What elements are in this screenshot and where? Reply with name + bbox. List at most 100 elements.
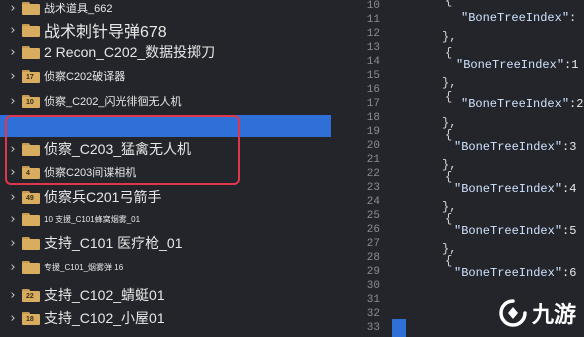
code-line: }, (442, 76, 457, 90)
line-number: 31 (366, 294, 380, 306)
folder-icon (22, 23, 40, 37)
tree-item[interactable]: › 战术道具_662 (0, 0, 112, 19)
json-value: :2 (569, 97, 584, 111)
folder-icon: 17 (22, 69, 40, 83)
tree-item-label: 10 支援_C101蜂窝烟雾_01 (44, 214, 141, 224)
chevron-right-icon[interactable]: › (6, 288, 20, 303)
tree-item[interactable]: › 支持_C101 医疗枪_01 (0, 232, 183, 254)
code-line: "BoneTreeIndex":5 (454, 224, 576, 238)
line-number: 11 (366, 14, 380, 26)
folder-icon: 49 (22, 190, 40, 204)
line-number: 20 (366, 140, 380, 152)
tree-item[interactable]: › 战术刺针导弹678 (0, 19, 167, 42)
json-key: "BoneTreeIndex" (461, 97, 570, 111)
line-number: 26 (366, 224, 380, 236)
tree-item[interactable]: › 专援_C101_烟雾弹 16 (0, 256, 123, 278)
code-line: }, (442, 30, 457, 44)
tree-item-label: 2 Recon_C202_数据投掷刀 (44, 44, 216, 60)
folder-icon: 22 (22, 288, 40, 302)
line-number: 22 (366, 168, 380, 180)
line-number: 25 (366, 210, 380, 222)
code-line: { (445, 254, 453, 268)
code-line: "BoneTreeIndex":6 (454, 266, 576, 280)
json-key: "BoneTreeIndex" (454, 224, 563, 238)
tree-item[interactable]: › 10 侦察_C202_闪光徘徊无人机 (0, 90, 182, 112)
chevron-right-icon[interactable]: › (6, 236, 20, 251)
json-key: "BoneTreeIndex" (456, 58, 565, 72)
folder-icon (22, 212, 40, 226)
code-line: { (445, 212, 453, 226)
line-number: 15 (366, 70, 380, 82)
json-value: : 0 (569, 11, 584, 25)
folder-icon (22, 1, 40, 15)
red-annotation-box (5, 115, 240, 185)
folder-icon (22, 45, 40, 59)
scroll-indicator (392, 319, 406, 337)
chevron-right-icon[interactable]: › (6, 45, 20, 60)
chevron-right-icon[interactable]: › (6, 311, 20, 326)
code-line: "BoneTreeIndex":1 (456, 58, 578, 72)
watermark: 九游 (498, 297, 576, 329)
json-value: :1 (564, 58, 579, 72)
tree-item[interactable]: › 17 侦察C202破译器 (0, 65, 125, 87)
code-line: { (445, 0, 453, 8)
chevron-right-icon[interactable]: › (6, 260, 20, 275)
chevron-right-icon[interactable]: › (6, 190, 20, 205)
json-value: :3 (562, 140, 577, 154)
tree-item-label: 侦察兵C201弓箭手 (44, 189, 162, 205)
chevron-right-icon[interactable]: › (6, 23, 20, 38)
json-key: "BoneTreeIndex" (454, 182, 563, 196)
code-line: "BoneTreeIndex":4 (454, 182, 576, 196)
chevron-right-icon[interactable]: › (6, 94, 20, 109)
tree-item-label: 侦察_C202_闪光徘徊无人机 (44, 96, 182, 108)
tree-item-label: 侦察C202破译器 (44, 71, 126, 83)
folder-badge: 10 (26, 98, 34, 106)
tree-item[interactable]: › 49 侦察兵C201弓箭手 (0, 186, 161, 208)
folder-icon: 18 (22, 311, 40, 325)
json-key: "BoneTreeIndex" (454, 140, 563, 154)
line-number: 13 (366, 42, 380, 54)
line-number: 12 (366, 28, 380, 40)
tree-item-label: 战术刺针导弹678 (44, 24, 167, 41)
json-key: "BoneTreeIndex" (454, 266, 563, 280)
line-number: 10 (366, 0, 380, 12)
code-line: "BoneTreeIndex":2 (461, 97, 583, 111)
ninegame-logo-icon (499, 299, 527, 327)
folder-icon (22, 260, 40, 274)
tree-item-label: 支持_C101 医疗枪_01 (44, 235, 183, 251)
code-line: "BoneTreeIndex":3 (454, 140, 576, 154)
chevron-right-icon[interactable]: › (6, 69, 20, 84)
code-line: { (445, 46, 453, 60)
line-number: 23 (366, 182, 380, 194)
tree-item-label: 支持_C102_小屋01 (44, 310, 165, 326)
line-number: 17 (366, 98, 380, 110)
line-number: 16 (366, 84, 380, 96)
line-number: 27 (366, 238, 380, 250)
chevron-right-icon[interactable]: › (6, 212, 20, 227)
folder-badge: 17 (26, 73, 34, 81)
code-editor[interactable]: {"BoneTreeIndex": 0},{"BoneTreeIndex":1}… (388, 0, 584, 337)
line-number: 29 (366, 266, 380, 278)
folder-badge: 18 (26, 315, 34, 323)
json-key: "BoneTreeIndex" (461, 11, 570, 25)
tree-item[interactable]: › 2 Recon_C202_数据投掷刀 (0, 41, 215, 63)
line-number: 33 (366, 322, 380, 334)
tree-item-label: 战术道具_662 (44, 3, 113, 15)
watermark-text: 九游 (531, 303, 576, 328)
line-number: 18 (366, 112, 380, 124)
code-line: "BoneTreeIndex": 0 (461, 11, 584, 25)
folder-badge: 22 (26, 292, 34, 300)
tree-item[interactable]: › 10 支援_C101蜂窝烟雾_01 (0, 208, 140, 230)
line-number: 14 (366, 56, 380, 68)
code-line: { (445, 170, 453, 184)
json-value: :6 (562, 266, 577, 280)
code-line: { (445, 90, 453, 104)
line-number: 21 (366, 154, 380, 166)
tree-item-label: 支持_C102_蜻蜓01 (44, 287, 165, 303)
tree-item[interactable]: › 18 支持_C102_小屋01 (0, 307, 165, 329)
folder-icon: 10 (22, 94, 40, 108)
json-value: :4 (562, 182, 577, 196)
tree-item[interactable]: › 22 支持_C102_蜻蜓01 (0, 284, 165, 306)
chevron-right-icon[interactable]: › (6, 1, 20, 16)
line-number-gutter: 10 11 12 13 14 15 16 17 18 19 20 21 22 23 24 25 26 27 28 29… (340, 0, 388, 337)
